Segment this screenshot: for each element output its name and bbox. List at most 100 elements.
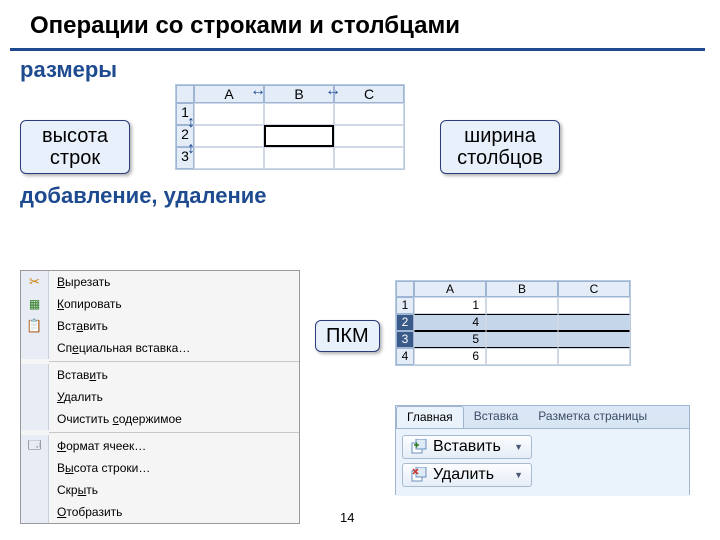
row-header[interactable]: 3 [396, 331, 414, 348]
delete-cells-icon [411, 467, 427, 483]
dropdown-icon: ▼ [514, 470, 523, 480]
menu-icon-slot: 📋 [21, 315, 49, 337]
menu-icon-slot: ✂ [21, 271, 49, 293]
ribbon-tabs: Главная Вставка Разметка страницы [396, 406, 689, 428]
col-width-text: ширина столбцов [457, 125, 543, 169]
cell[interactable] [334, 103, 404, 125]
corner-cell[interactable] [176, 85, 194, 103]
delete-button[interactable]: Удалить ▼ [402, 463, 532, 487]
cell[interactable]: 6 [414, 348, 486, 365]
menu-item-label: Очистить содержимое [49, 412, 299, 426]
dropdown-icon: ▼ [514, 442, 523, 452]
menu-icon-slot: ▦ [21, 293, 49, 315]
row-header[interactable]: 1 [396, 297, 414, 314]
menu-item[interactable]: Специальная вставка… [21, 337, 299, 359]
menu-icon-slot [21, 408, 49, 430]
insert-label: Вставить [433, 438, 501, 456]
row-header[interactable]: 2 [396, 314, 414, 331]
cell[interactable] [194, 103, 264, 125]
tab-insert[interactable]: Вставка [464, 406, 529, 428]
menu-item-label: Вставить [49, 368, 299, 382]
menu-item-label: Формат ячеек… [49, 439, 299, 453]
menu-item[interactable]: Очистить содержимое [21, 408, 299, 430]
menu-icon-slot [21, 501, 49, 523]
page-title: Операции со строками и столбцами [10, 0, 705, 51]
insert-button[interactable]: Вставить ▼ [402, 435, 532, 459]
ribbon-pane: Вставить ▼ Удалить ▼ [396, 428, 689, 496]
row-height-callout: высота строк [20, 120, 130, 174]
menu-item-label: Скрыть [49, 483, 299, 497]
menu-item[interactable]: Вставить [21, 364, 299, 386]
rclick-text: ПКМ [326, 325, 369, 347]
menu-item-label: Специальная вставка… [49, 341, 299, 355]
resize-col-icon: ↔ [325, 82, 341, 100]
menu-item-label: Отобразить [49, 505, 299, 519]
tab-layout[interactable]: Разметка страницы [528, 406, 657, 428]
row-height-text: высота строк [42, 125, 108, 169]
cell[interactable] [486, 348, 558, 365]
scissors-icon: ✂ [29, 274, 40, 290]
resize-row-icon: ↕ [187, 114, 195, 132]
menu-item[interactable]: 🗔 Формат ячеек… [21, 435, 299, 457]
cell[interactable] [558, 314, 630, 331]
menu-item[interactable]: Удалить [21, 386, 299, 408]
adddel-heading: добавление, удаление [20, 183, 720, 209]
cell[interactable] [194, 125, 264, 147]
adddel-grid: ABC11243546 [395, 280, 631, 366]
doc-icon: ▦ [29, 297, 40, 311]
cell[interactable] [334, 147, 404, 169]
corner-cell[interactable] [396, 281, 414, 297]
cell[interactable]: 4 [414, 314, 486, 331]
menu-item-label: Вырезать [49, 275, 299, 289]
cell[interactable] [558, 348, 630, 365]
cell[interactable]: 1 [414, 297, 486, 314]
cell[interactable] [264, 103, 334, 125]
ribbon-snippet: Главная Вставка Разметка страницы Встави… [395, 405, 690, 495]
menu-icon-slot [21, 337, 49, 359]
menu-separator [49, 361, 299, 362]
sizes-grid: A B C 1 2 3 [175, 84, 405, 170]
cell[interactable]: 5 [414, 331, 486, 348]
cell[interactable] [264, 147, 334, 169]
menu-icon-slot [21, 479, 49, 501]
format-icon: 🗔 [28, 436, 41, 457]
menu-item[interactable]: 📋Вставить [21, 315, 299, 337]
page-number: 14 [340, 510, 354, 525]
resize-row-icon: ↕ [187, 140, 195, 158]
menu-icon-slot [21, 386, 49, 408]
col-header[interactable]: B [486, 281, 558, 297]
menu-item[interactable]: Скрыть [21, 479, 299, 501]
rclick-callout: ПКМ [315, 320, 380, 352]
resize-col-icon: ↔ [250, 82, 266, 100]
menu-item-label: Вставить [49, 319, 299, 333]
cell[interactable] [486, 331, 558, 348]
insert-cells-icon [411, 439, 427, 455]
menu-item[interactable]: ▦ Копировать [21, 293, 299, 315]
col-header-b[interactable]: B [264, 85, 334, 103]
col-header-c[interactable]: C [334, 85, 404, 103]
sizes-heading: размеры [20, 57, 720, 83]
cell[interactable] [334, 125, 404, 147]
context-menu: ✂Вырезать▦Копировать📋ВставитьСпециальная… [20, 270, 300, 524]
col-width-callout: ширина столбцов [440, 120, 560, 174]
delete-label: Удалить [433, 466, 494, 484]
menu-icon-slot [21, 457, 49, 479]
menu-item[interactable]: ✂ Вырезать [21, 271, 299, 293]
col-header[interactable]: A [414, 281, 486, 297]
menu-item[interactable]: Высота строки… [21, 457, 299, 479]
menu-item[interactable]: Отобразить [21, 501, 299, 523]
cell[interactable] [558, 331, 630, 348]
menu-icon-slot: 🗔 [21, 435, 49, 457]
col-header[interactable]: C [558, 281, 630, 297]
menu-separator [49, 432, 299, 433]
tab-home[interactable]: Главная [396, 406, 464, 428]
cell[interactable] [486, 297, 558, 314]
menu-item-label: Удалить [49, 390, 299, 404]
menu-item-label: Копировать [49, 297, 299, 311]
row-header[interactable]: 4 [396, 348, 414, 365]
cell[interactable] [194, 147, 264, 169]
cell[interactable] [558, 297, 630, 314]
cell[interactable] [486, 314, 558, 331]
cell-selected[interactable] [264, 125, 334, 147]
menu-item-label: Высота строки… [49, 461, 299, 475]
